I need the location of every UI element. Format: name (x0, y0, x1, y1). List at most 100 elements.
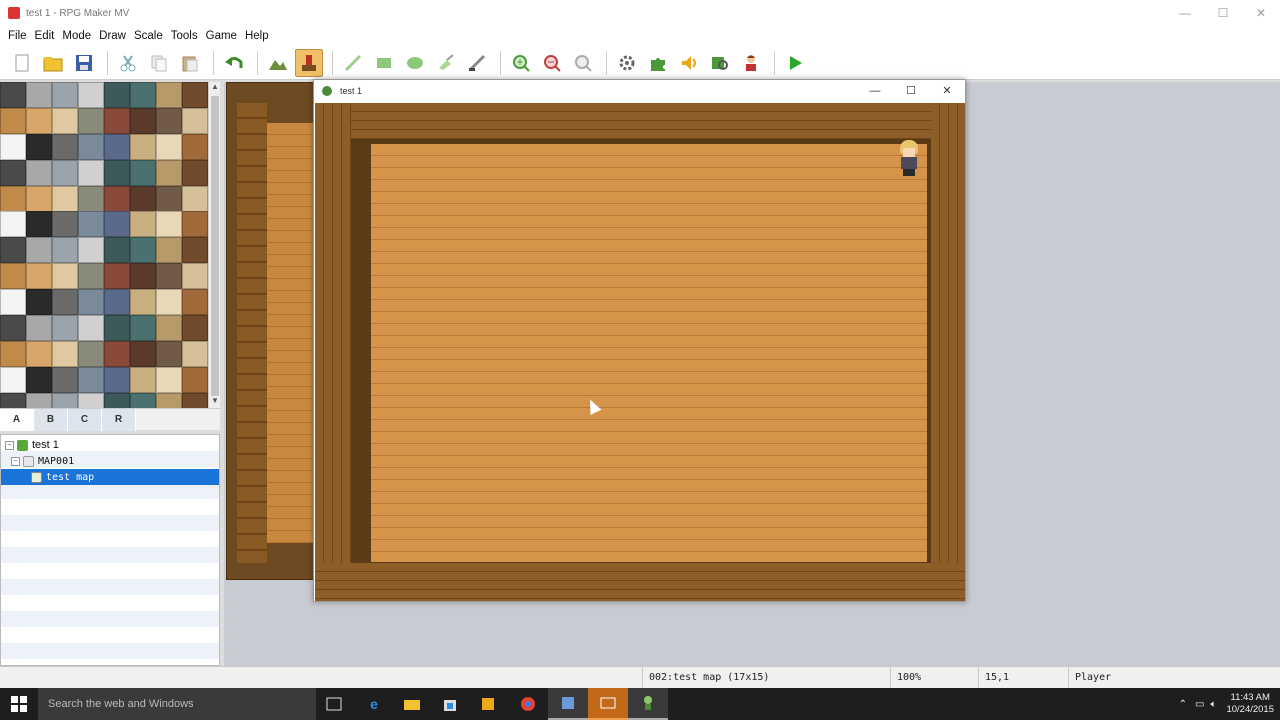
tile-swatch[interactable] (26, 211, 52, 238)
tile-swatch[interactable] (182, 392, 208, 408)
tile-swatch[interactable] (26, 366, 52, 393)
tile-swatch[interactable] (26, 392, 52, 408)
tile-swatch[interactable] (0, 289, 26, 316)
actual-size-icon[interactable] (569, 49, 597, 77)
tile-swatch[interactable] (156, 185, 182, 212)
taskbar-search-input[interactable]: Search the web and Windows (38, 688, 316, 720)
scrollbar-thumb[interactable] (211, 96, 219, 396)
tile-swatch[interactable] (0, 315, 26, 342)
tile-swatch[interactable] (182, 315, 208, 342)
tray-chevron-icon[interactable]: ⌃ (1179, 699, 1187, 710)
sound-test-icon[interactable] (675, 49, 703, 77)
tileset-tab-a[interactable]: A (0, 409, 34, 431)
menu-game[interactable]: Game (202, 30, 241, 42)
tile-swatch[interactable] (156, 107, 182, 134)
tile-swatch[interactable] (156, 237, 182, 264)
cut-icon[interactable] (114, 49, 142, 77)
tile-swatch[interactable] (78, 263, 104, 290)
edge-icon[interactable]: e (354, 688, 394, 720)
tile-swatch[interactable] (104, 263, 130, 290)
tile-swatch[interactable] (156, 366, 182, 393)
tile-swatch[interactable] (104, 107, 130, 134)
tile-swatch[interactable] (52, 263, 78, 290)
tile-swatch[interactable] (0, 107, 26, 134)
tile-swatch[interactable] (130, 211, 156, 238)
game-canvas[interactable] (315, 103, 965, 601)
tile-swatch[interactable] (104, 289, 130, 316)
tree-row-test-map[interactable]: test map (1, 469, 219, 485)
playtest-minimize-button[interactable]: — (857, 80, 893, 102)
map-mode-icon[interactable] (264, 49, 292, 77)
menu-help[interactable]: Help (241, 30, 273, 42)
tile-swatch[interactable] (52, 289, 78, 316)
tile-swatch[interactable] (0, 237, 26, 264)
menu-file[interactable]: File (4, 30, 31, 42)
tile-swatch[interactable] (52, 185, 78, 212)
tile-swatch[interactable] (182, 263, 208, 290)
tileset-scrollbar[interactable]: ▲ ▼ (208, 82, 220, 408)
tile-swatch[interactable] (26, 133, 52, 160)
tile-swatch[interactable] (78, 366, 104, 393)
tile-swatch[interactable] (0, 159, 26, 186)
collapse-icon[interactable]: − (11, 456, 20, 466)
menu-edit[interactable]: Edit (31, 30, 59, 42)
tile-swatch[interactable] (104, 159, 130, 186)
tile-swatch[interactable] (104, 237, 130, 264)
tile-swatch[interactable] (52, 237, 78, 264)
scroll-down-icon[interactable]: ▼ (209, 396, 221, 408)
menu-tools[interactable]: Tools (167, 30, 202, 42)
tile-swatch[interactable] (156, 82, 182, 108)
tree-row-project[interactable]: − test 1 (1, 437, 219, 453)
tile-swatch[interactable] (26, 289, 52, 316)
tile-swatch[interactable] (52, 133, 78, 160)
network-icon[interactable]: ▭ (1195, 699, 1204, 710)
tile-swatch[interactable] (104, 211, 130, 238)
windows-start-icon[interactable] (0, 688, 38, 720)
tile-swatch[interactable] (104, 82, 130, 108)
tile-swatch[interactable] (130, 289, 156, 316)
tile-swatch[interactable] (156, 211, 182, 238)
tile-swatch[interactable] (104, 315, 130, 342)
tile-swatch[interactable] (52, 107, 78, 134)
tile-swatch[interactable] (0, 340, 26, 367)
tile-swatch[interactable] (0, 211, 26, 238)
chrome-icon[interactable] (508, 688, 548, 720)
tile-swatch[interactable] (78, 315, 104, 342)
tile-swatch[interactable] (130, 107, 156, 134)
tile-swatch[interactable] (182, 133, 208, 160)
tile-swatch[interactable] (52, 366, 78, 393)
tile-swatch[interactable] (26, 237, 52, 264)
tile-swatch[interactable] (0, 185, 26, 212)
tile-swatch[interactable] (156, 392, 182, 408)
tile-swatch[interactable] (182, 159, 208, 186)
tile-swatch[interactable] (130, 82, 156, 108)
tile-swatch[interactable] (0, 133, 26, 160)
copy-icon[interactable] (145, 49, 173, 77)
tile-swatch[interactable] (182, 289, 208, 316)
tile-swatch[interactable] (52, 159, 78, 186)
tile-swatch[interactable] (78, 340, 104, 367)
rectangle-icon[interactable] (370, 49, 398, 77)
tile-swatch[interactable] (104, 366, 130, 393)
file-explorer-icon[interactable] (392, 688, 432, 720)
tile-swatch[interactable] (182, 340, 208, 367)
tile-swatch[interactable] (156, 263, 182, 290)
tile-swatch[interactable] (78, 107, 104, 134)
tile-swatch[interactable] (156, 159, 182, 186)
tile-swatch[interactable] (26, 107, 52, 134)
playtest-close-button[interactable]: ✕ (929, 80, 965, 102)
tile-swatch[interactable] (104, 392, 130, 408)
tile-swatch[interactable] (130, 340, 156, 367)
tile-swatch[interactable] (26, 263, 52, 290)
volume-icon[interactable]: 🔈︎ (1210, 699, 1216, 710)
tile-swatch[interactable] (130, 366, 156, 393)
tileset-tab-r[interactable]: R (102, 409, 136, 431)
tile-swatch[interactable] (104, 133, 130, 160)
tile-swatch[interactable] (182, 211, 208, 238)
tile-swatch[interactable] (78, 82, 104, 108)
tileset-tab-c[interactable]: C (68, 409, 102, 431)
menu-scale[interactable]: Scale (130, 30, 167, 42)
clock[interactable]: 11:43 AM 10/24/2015 (1226, 692, 1274, 716)
tile-swatch[interactable] (130, 392, 156, 408)
tile-swatch[interactable] (130, 263, 156, 290)
